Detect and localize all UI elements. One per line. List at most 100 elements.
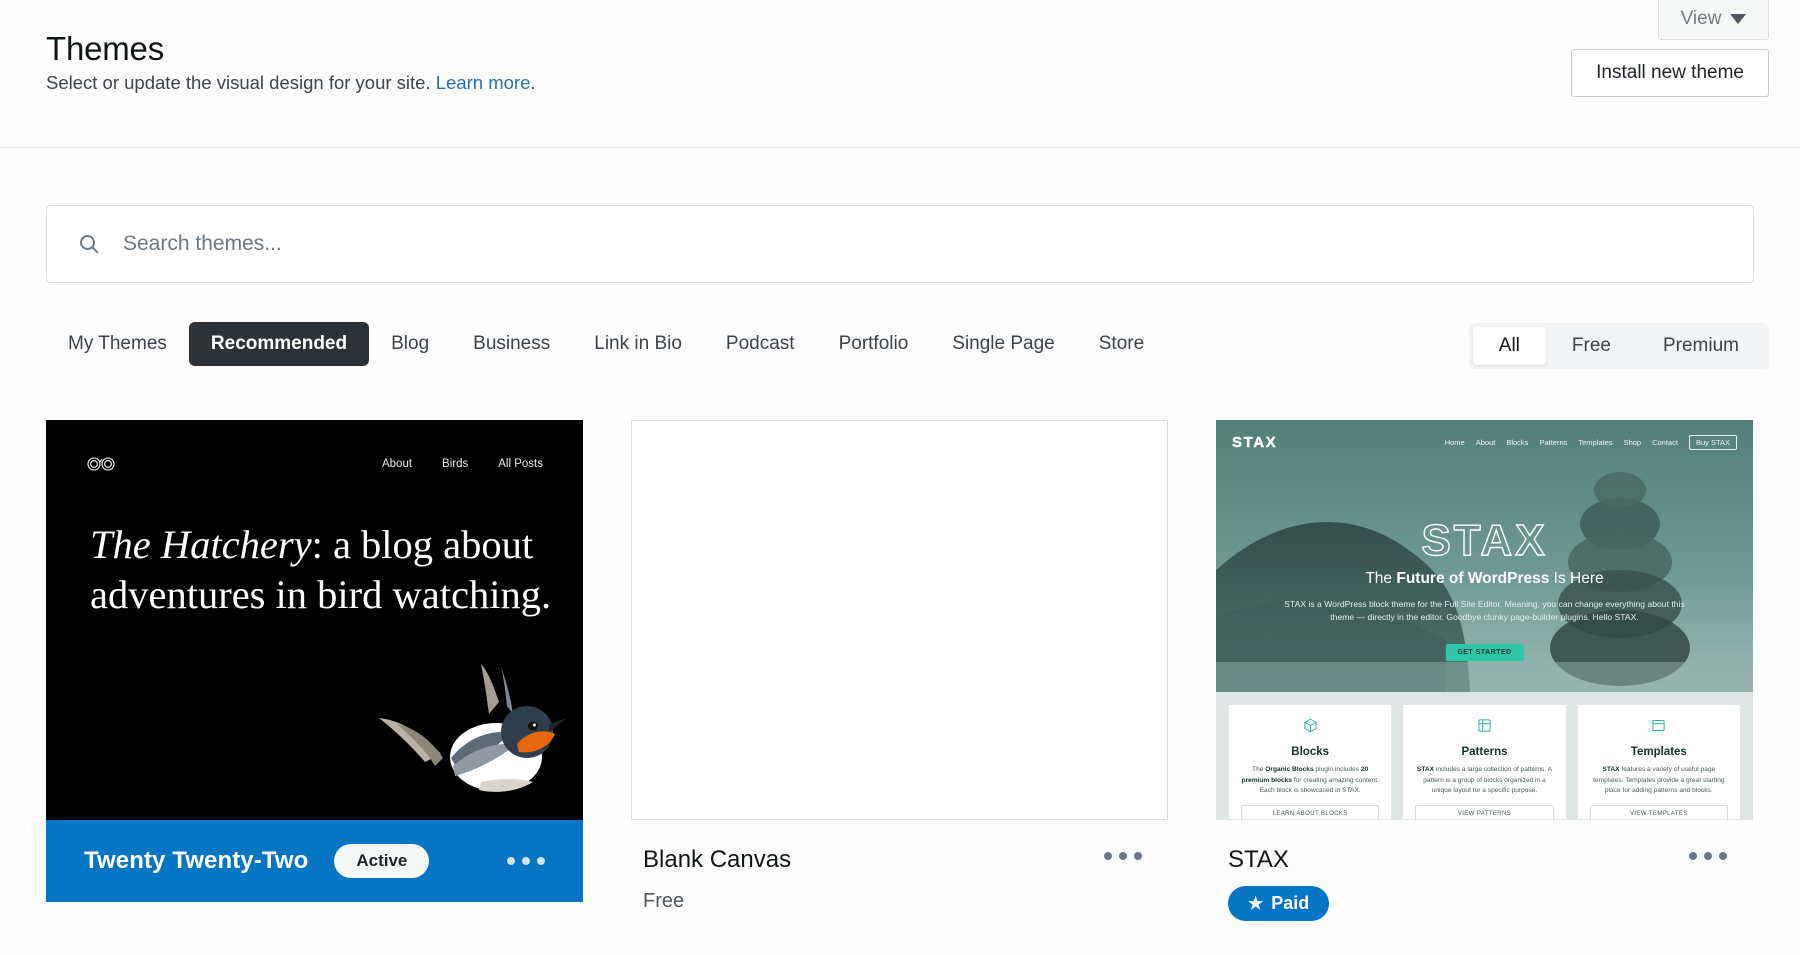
stax-tagline: The Future of WordPress Is Here [1216, 570, 1753, 588]
theme-card-footer: STAX ★ Paid [1216, 820, 1753, 921]
tab-podcast[interactable]: Podcast [704, 322, 817, 366]
stax-feature-title: Templates [1631, 746, 1687, 758]
preview-nav-all-posts: All Posts [498, 458, 543, 470]
template-icon [1651, 718, 1666, 738]
t1c: includes a large collection of patterns.… [1423, 766, 1552, 794]
learn-more-link[interactable]: Learn more [436, 72, 531, 93]
t2b: STAX [1602, 766, 1619, 773]
theme-thumbnail[interactable]: STAX Home About Blocks Patterns Template… [1216, 420, 1753, 820]
price-filter-premium[interactable]: Premium [1637, 327, 1765, 365]
install-new-theme-button[interactable]: Install new theme [1571, 49, 1769, 97]
stax-nav-contact: Contact [1652, 438, 1678, 447]
binoculars-icon [86, 456, 118, 472]
preview-nav-about: About [382, 458, 412, 470]
bird-illustration [321, 662, 583, 820]
stax-tagline-post: Is Here [1549, 570, 1603, 587]
stax-nav-home: Home [1445, 438, 1465, 447]
chevron-down-icon [1730, 14, 1746, 24]
theme-card-footer: Blank Canvas Free [631, 820, 1168, 913]
tab-recommended[interactable]: Recommended [189, 322, 369, 366]
tab-my-themes[interactable]: My Themes [46, 322, 189, 366]
stax-body-copy: STAX is a WordPress block theme for the … [1274, 598, 1695, 625]
star-icon: ★ [1248, 894, 1263, 914]
stax-nav-shop: Shop [1624, 438, 1642, 447]
stax-nav-links: Home About Blocks Patterns Templates Sho… [1445, 435, 1737, 450]
theme-name: STAX [1228, 846, 1753, 874]
stax-nav-blocks: Blocks [1506, 438, 1528, 447]
t0c: plugin includes [1314, 766, 1361, 773]
theme-thumbnail[interactable]: About Birds All Posts The Hatchery: a bl… [46, 420, 583, 820]
theme-card-footer-active: Twenty Twenty-Two Active [46, 820, 583, 902]
tab-blog[interactable]: Blog [369, 322, 451, 366]
page-subtitle: Select or update the visual design for y… [46, 72, 536, 94]
t0b: Organic Blocks [1265, 766, 1313, 773]
t1b: STAX [1417, 766, 1434, 773]
t0a: The [1252, 766, 1265, 773]
category-tabs: My Themes Recommended Blog Business Link… [46, 322, 1166, 366]
page-header: Themes Select or update the visual desig… [0, 0, 1800, 148]
page-title: Themes [46, 30, 164, 68]
theme-card[interactable]: Blank Canvas Free [631, 420, 1168, 921]
stax-nav-buy-button: Buy STAX [1689, 435, 1737, 450]
tab-single-page[interactable]: Single Page [930, 322, 1076, 366]
tab-link-in-bio[interactable]: Link in Bio [572, 322, 704, 366]
grid-icon [1477, 718, 1492, 738]
blank-canvas-preview [632, 421, 1167, 819]
stax-feature-title: Blocks [1291, 746, 1329, 758]
stax-tagline-bold: Future of WordPress [1396, 570, 1549, 587]
theme-grid: About Birds All Posts The Hatchery: a bl… [46, 420, 1758, 921]
stax-feature-button: VIEW TEMPLATES [1590, 805, 1728, 820]
cube-icon [1303, 718, 1318, 738]
stax-nav: STAX Home About Blocks Patterns Template… [1216, 434, 1753, 451]
price-badge: ★ Paid [1228, 886, 1329, 921]
stax-feature-card: Templates STAX features a variety of use… [1577, 704, 1741, 820]
theme-thumbnail[interactable] [631, 420, 1168, 820]
stax-nav-patterns: Patterns [1539, 438, 1567, 447]
more-options-icon[interactable] [1104, 852, 1142, 860]
stax-wordmark: STAX [1216, 516, 1753, 566]
stax-preview: STAX Home About Blocks Patterns Template… [1216, 420, 1753, 820]
price-badge-label: Paid [1271, 893, 1309, 914]
search-input[interactable] [123, 232, 1753, 256]
stax-feature-card: Patterns STAX includes a large collectio… [1402, 704, 1566, 820]
price-filter-free[interactable]: Free [1546, 327, 1637, 365]
stax-nav-about: About [1476, 438, 1496, 447]
price-filter-group: All Free Premium [1469, 323, 1769, 369]
theme-name: Blank Canvas [643, 846, 1168, 874]
stax-feature-text: STAX features a variety of useful page t… [1590, 765, 1728, 797]
subtitle-period: . [530, 72, 535, 93]
tab-store[interactable]: Store [1077, 322, 1166, 366]
stax-feature-text: STAX includes a large collection of patt… [1415, 765, 1553, 797]
tab-portfolio[interactable]: Portfolio [817, 322, 931, 366]
preview-headline: The Hatchery: a blog about adventures in… [90, 520, 553, 620]
stax-tagline-pre: The [1365, 570, 1396, 587]
view-dropdown-label: View [1681, 8, 1722, 30]
theme-price-label: Free [643, 890, 1168, 913]
install-new-theme-label: Install new theme [1596, 62, 1744, 84]
price-filter-all[interactable]: All [1473, 327, 1546, 365]
preview-nav-links: About Birds All Posts [382, 458, 543, 470]
tab-business[interactable]: Business [451, 322, 572, 366]
preview-headline-italic: The Hatchery [90, 522, 312, 567]
preview-nav-birds: Birds [442, 458, 468, 470]
theme-name: Twenty Twenty-Two [84, 847, 308, 875]
page-subtitle-text: Select or update the visual design for y… [46, 72, 431, 93]
stax-feature-cards: Blocks The Organic Blocks plugin include… [1216, 692, 1753, 820]
stax-get-started-button: GET STARTED [1445, 644, 1523, 661]
status-badge: Active [334, 844, 429, 878]
stax-feature-card: Blocks The Organic Blocks plugin include… [1228, 704, 1392, 820]
stax-feature-text: The Organic Blocks plugin includes 20 pr… [1241, 765, 1379, 797]
stax-feature-button: VIEW PATTERNS [1415, 805, 1553, 820]
stax-logo: STAX [1232, 434, 1277, 451]
theme-card[interactable]: STAX Home About Blocks Patterns Template… [1216, 420, 1753, 921]
theme-filter-row: My Themes Recommended Blog Business Link… [0, 322, 1800, 374]
preview-nav: About Birds All Posts [46, 456, 583, 472]
theme-card[interactable]: About Birds All Posts The Hatchery: a bl… [46, 420, 583, 921]
search-themes-field[interactable] [46, 205, 1754, 283]
stax-nav-templates: Templates [1578, 438, 1612, 447]
hatchery-preview: About Birds All Posts The Hatchery: a bl… [46, 420, 583, 820]
more-options-icon[interactable] [507, 857, 545, 865]
view-dropdown-button[interactable]: View [1658, 0, 1769, 40]
more-options-icon[interactable] [1689, 852, 1727, 860]
search-icon [77, 232, 101, 256]
